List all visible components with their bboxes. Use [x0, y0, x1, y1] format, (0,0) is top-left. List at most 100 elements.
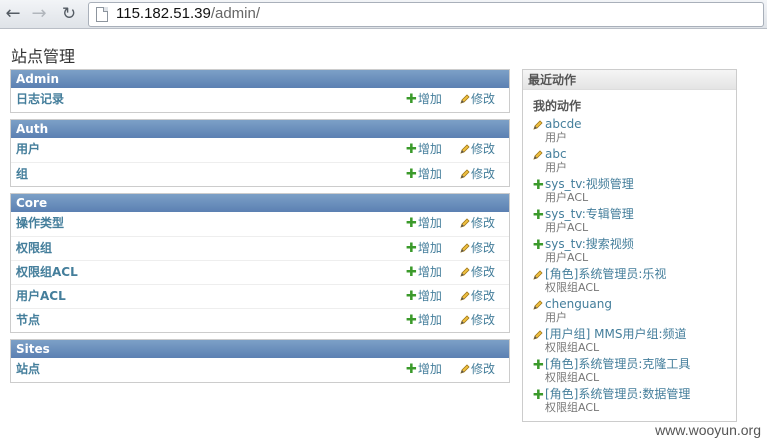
- model-link[interactable]: 节点: [16, 309, 40, 332]
- change-label: 修改: [471, 313, 496, 327]
- pencil-icon: [533, 298, 544, 312]
- recent-action-type: 权限组ACL: [545, 341, 600, 354]
- model-row: 用户ACL ✚增加 修改: [11, 284, 509, 308]
- plus-icon: ✚: [406, 241, 417, 256]
- add-label: 增加: [417, 92, 442, 106]
- reload-icon[interactable]: ↻: [58, 3, 80, 25]
- change-label: 修改: [471, 289, 496, 303]
- add-link[interactable]: ✚增加: [406, 163, 442, 186]
- url-path: /admin/: [210, 5, 261, 22]
- pencil-icon: [460, 313, 471, 327]
- pencil-icon: [533, 118, 544, 132]
- recent-action-item: [角色]系统管理员:乐视 权限组ACL: [523, 267, 736, 297]
- model-row: 站点 ✚增加 修改: [11, 358, 509, 382]
- change-link[interactable]: 修改: [460, 261, 495, 284]
- recent-action-item: ✚ sys_tv:搜索视频 用户ACL: [523, 237, 736, 267]
- change-label: 修改: [471, 216, 496, 230]
- add-link[interactable]: ✚增加: [406, 138, 442, 161]
- url-host: 115.182.51.39: [116, 5, 211, 22]
- recent-action-link[interactable]: [角色]系统管理员:乐视: [545, 267, 736, 281]
- recent-actions-list: abcde 用户 abc 用户 ✚ sys_tv:视频管理 用户ACL ✚ sys_tv:专辑管…: [523, 117, 736, 417]
- module-sites: Sites 站点 ✚增加 修改: [10, 339, 510, 383]
- change-label: 修改: [471, 241, 496, 255]
- recent-action-item: ✚ [角色]系统管理员:数据管理 权限组ACL: [523, 387, 736, 417]
- recent-action-type: 用户ACL: [545, 191, 589, 204]
- model-link[interactable]: 权限组ACL: [16, 261, 78, 284]
- add-link[interactable]: ✚增加: [406, 261, 442, 284]
- change-link[interactable]: 修改: [460, 138, 495, 161]
- add-label: 增加: [417, 362, 442, 376]
- pencil-icon: [460, 289, 471, 303]
- model-link[interactable]: 组: [16, 163, 28, 186]
- model-link[interactable]: 权限组: [16, 237, 52, 260]
- model-row: 节点 ✚增加 修改: [11, 308, 509, 332]
- recent-action-link[interactable]: sys_tv:搜索视频: [545, 237, 736, 251]
- change-link[interactable]: 修改: [460, 358, 495, 381]
- change-link[interactable]: 修改: [460, 285, 495, 308]
- forward-icon[interactable]: →: [28, 3, 50, 25]
- change-link[interactable]: 修改: [460, 309, 495, 332]
- module-caption[interactable]: Admin: [11, 70, 509, 88]
- recent-action-type: 用户: [545, 311, 567, 324]
- model-link[interactable]: 日志记录: [16, 88, 64, 111]
- module-caption[interactable]: Auth: [11, 120, 509, 138]
- module-caption[interactable]: Sites: [11, 340, 509, 358]
- plus-icon: ✚: [406, 92, 417, 107]
- recent-action-item: chenguang 用户: [523, 297, 736, 327]
- model-link[interactable]: 用户: [16, 138, 40, 161]
- model-row: 日志记录 ✚增加 修改: [11, 88, 509, 112]
- add-link[interactable]: ✚增加: [406, 88, 442, 111]
- change-label: 修改: [471, 265, 496, 279]
- module-caption[interactable]: Core: [11, 194, 509, 212]
- add-link[interactable]: ✚增加: [406, 237, 442, 260]
- recent-action-link[interactable]: [角色]系统管理员:数据管理: [545, 387, 736, 401]
- pencil-icon: [533, 328, 544, 342]
- add-link[interactable]: ✚增加: [406, 358, 442, 381]
- recent-action-link[interactable]: chenguang: [545, 297, 736, 311]
- add-label: 增加: [417, 142, 442, 156]
- recent-action-link[interactable]: [角色]系统管理员:克隆工具: [545, 357, 736, 371]
- back-icon[interactable]: ←: [2, 3, 24, 25]
- recent-action-link[interactable]: sys_tv:视频管理: [545, 177, 736, 191]
- plus-icon: ✚: [406, 362, 417, 377]
- recent-action-link[interactable]: [用户组] MMS用户组:频道: [545, 327, 736, 341]
- add-label: 增加: [417, 313, 442, 327]
- change-link[interactable]: 修改: [460, 88, 495, 111]
- model-link[interactable]: 用户ACL: [16, 285, 66, 308]
- plus-icon: ✚: [406, 142, 417, 157]
- recent-actions-panel: 最近动作 我的动作 abcde 用户 abc 用户 ✚ sys_tv:视频管理 用户ACL ✚…: [522, 69, 737, 422]
- plus-icon: ✚: [406, 289, 417, 304]
- change-label: 修改: [471, 362, 496, 376]
- recent-action-type: 用户: [545, 131, 567, 144]
- module-core: Core 操作类型 ✚增加 修改 权限组 ✚增加 修改 权限组ACL ✚增加 修改 用户ACL ✚增加…: [10, 193, 510, 333]
- recent-actions-caption: 最近动作: [523, 70, 736, 90]
- plus-icon: ✚: [533, 178, 544, 193]
- add-link[interactable]: ✚增加: [406, 285, 442, 308]
- recent-action-link[interactable]: sys_tv:专辑管理: [545, 207, 736, 221]
- page-title: 站点管理: [11, 47, 76, 66]
- recent-action-item: abcde 用户: [523, 117, 736, 147]
- recent-action-type: 权限组ACL: [545, 401, 600, 414]
- model-row: 用户 ✚增加 修改: [11, 138, 509, 162]
- add-label: 增加: [417, 241, 442, 255]
- add-link[interactable]: ✚增加: [406, 212, 442, 235]
- recent-action-type: 权限组ACL: [545, 281, 600, 294]
- add-link[interactable]: ✚增加: [406, 309, 442, 332]
- change-link[interactable]: 修改: [460, 212, 495, 235]
- plus-icon: ✚: [406, 313, 417, 328]
- plus-icon: ✚: [406, 216, 417, 231]
- url-text[interactable]: 115.182.51.39/admin/: [116, 5, 260, 22]
- model-link[interactable]: 操作类型: [16, 212, 64, 235]
- address-bar[interactable]: 115.182.51.39/admin/: [88, 2, 764, 27]
- pencil-icon: [460, 92, 471, 106]
- page-icon: [96, 7, 108, 22]
- change-link[interactable]: 修改: [460, 237, 495, 260]
- recent-action-link[interactable]: abc: [545, 147, 736, 161]
- recent-action-item: abc 用户: [523, 147, 736, 177]
- model-link[interactable]: 站点: [16, 358, 40, 381]
- recent-action-link[interactable]: abcde: [545, 117, 736, 131]
- change-label: 修改: [471, 142, 496, 156]
- model-row: 操作类型 ✚增加 修改: [11, 212, 509, 236]
- pencil-icon: [533, 148, 544, 162]
- change-link[interactable]: 修改: [460, 163, 495, 186]
